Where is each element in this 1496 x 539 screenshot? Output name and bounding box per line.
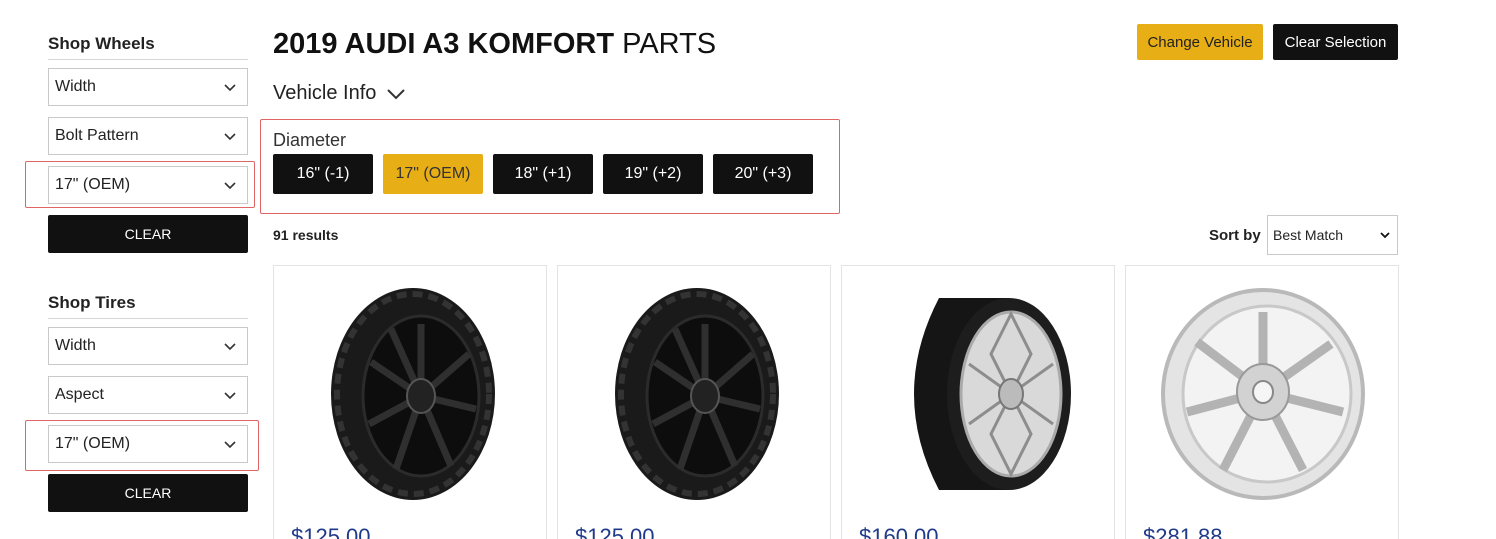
page-title-vehicle: 2019 AUDI A3 KOMFORT xyxy=(273,28,615,60)
product-price: $160.00 xyxy=(859,524,939,539)
chevron-down-icon xyxy=(224,343,236,351)
shop-wheels-heading: Shop Wheels xyxy=(48,34,248,60)
clear-selection-button[interactable]: Clear Selection xyxy=(1273,24,1398,60)
change-vehicle-button[interactable]: Change Vehicle xyxy=(1137,24,1263,60)
tire-width-select-value: Width xyxy=(55,337,96,354)
tire-width-select[interactable]: Width xyxy=(48,327,248,365)
product-price: $125.00 xyxy=(575,524,655,539)
product-card[interactable]: $125.00 xyxy=(273,265,547,539)
product-card[interactable]: $281.88 xyxy=(1125,265,1399,539)
wheel-width-select-value: Width xyxy=(55,78,96,95)
wheel-diameter-select[interactable]: 17" (OEM) xyxy=(48,166,248,204)
silver-mesh-wheel-tire-icon xyxy=(914,298,1071,490)
tire-diameter-select-value: 17" (OEM) xyxy=(55,435,131,452)
chevron-down-icon xyxy=(1380,232,1390,239)
diameter-label: Diameter xyxy=(273,130,347,150)
bolt-pattern-select-value: Bolt Pattern xyxy=(55,127,139,144)
shop-tires-heading: Shop Tires xyxy=(48,293,248,319)
chevron-down-icon xyxy=(224,441,236,449)
page-title-suffix: PARTS xyxy=(622,28,717,60)
diameter-option-19[interactable]: 19" (+2) xyxy=(603,154,703,194)
diameter-option-20[interactable]: 20" (+3) xyxy=(713,154,813,194)
tire-aspect-select[interactable]: Aspect xyxy=(48,376,248,414)
black-wheel-tire-icon xyxy=(615,288,779,500)
sort-select-value: Best Match xyxy=(1273,227,1344,243)
wheels-clear-button[interactable]: CLEAR xyxy=(48,215,248,253)
sort-label: Sort by xyxy=(1209,227,1261,244)
tires-clear-button[interactable]: CLEAR xyxy=(48,474,248,512)
diameter-option-17-selected[interactable]: 17" (OEM) xyxy=(383,154,483,194)
chevron-down-icon xyxy=(387,88,406,99)
product-card[interactable]: $160.00 xyxy=(841,265,1115,539)
tire-diameter-select[interactable]: 17" (OEM) xyxy=(48,425,248,463)
vehicle-info-toggle[interactable]: Vehicle Info xyxy=(273,82,406,105)
product-price: $281.88 xyxy=(1143,524,1223,539)
silver-spoke-wheel-icon xyxy=(1161,288,1365,500)
product-card[interactable]: $125.00 xyxy=(557,265,831,539)
vehicle-info-label: Vehicle Info xyxy=(273,82,377,104)
chevron-down-icon xyxy=(224,133,236,141)
diameter-option-16[interactable]: 16" (-1) xyxy=(273,154,373,194)
chevron-down-icon xyxy=(224,392,236,400)
product-price: $125.00 xyxy=(291,524,371,539)
black-wheel-tire-icon xyxy=(331,288,495,500)
tire-aspect-select-value: Aspect xyxy=(55,386,104,403)
diameter-option-18[interactable]: 18" (+1) xyxy=(493,154,593,194)
wheel-width-select[interactable]: Width xyxy=(48,68,248,106)
sort-select[interactable]: Best Match xyxy=(1267,215,1398,255)
chevron-down-icon xyxy=(224,182,236,190)
page-title: 2019 AUDI A3 KOMFORT PARTS xyxy=(273,28,716,61)
results-count: 91 results xyxy=(273,227,339,243)
bolt-pattern-select[interactable]: Bolt Pattern xyxy=(48,117,248,155)
wheel-diameter-select-value: 17" (OEM) xyxy=(55,176,131,193)
chevron-down-icon xyxy=(224,84,236,92)
